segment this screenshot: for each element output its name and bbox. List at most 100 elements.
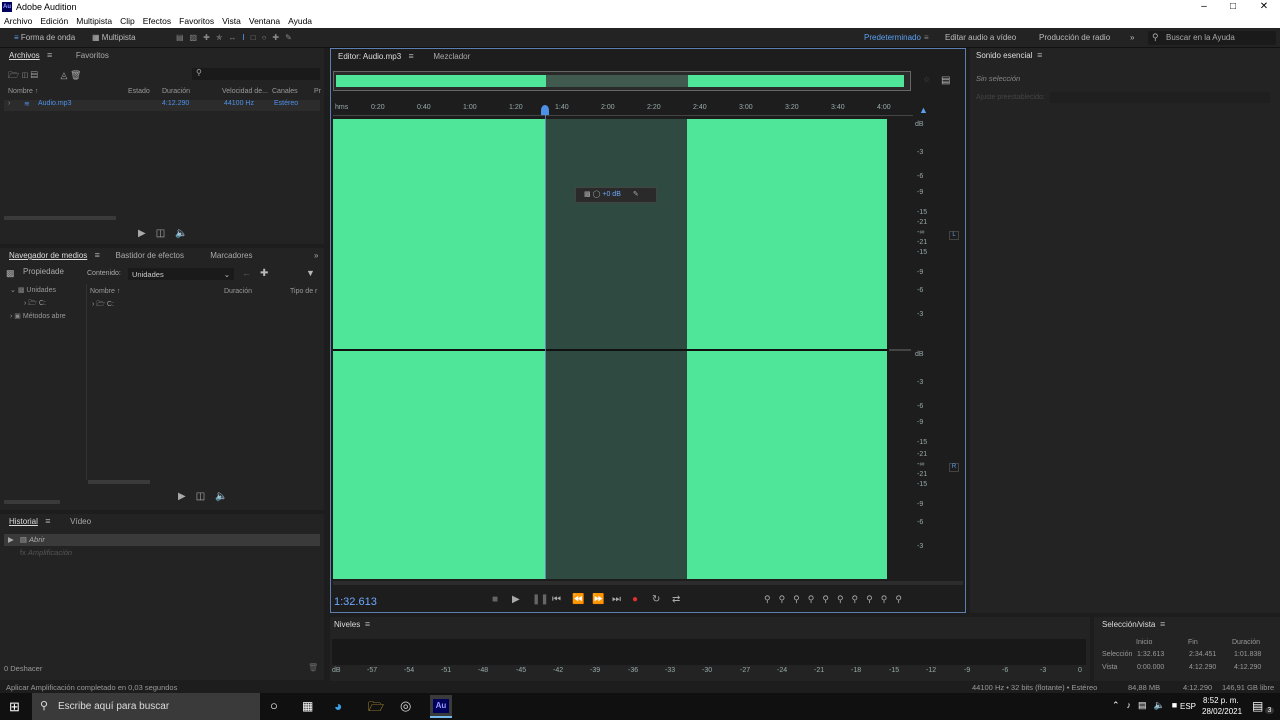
- more-workspaces-icon[interactable]: »: [1130, 28, 1134, 48]
- go-to-start-button[interactable]: ⏮: [552, 594, 561, 605]
- back-icon[interactable]: ←: [242, 268, 251, 278]
- channel-right-waveform[interactable]: [687, 351, 887, 579]
- col-nombre[interactable]: Nombre ↑: [8, 88, 38, 95]
- files-scrollbar[interactable]: [4, 216, 116, 220]
- col-tipo[interactable]: Tipo de r: [290, 288, 317, 295]
- channel-right-waveform[interactable]: [333, 351, 545, 579]
- tray-icons[interactable]: ⌃♪▤🔈■: [1112, 700, 1184, 711]
- loop-button[interactable]: ↻: [652, 594, 660, 605]
- notifications-icon[interactable]: ▤: [1252, 699, 1263, 713]
- files-preview-controls[interactable]: ▶◫🔈: [138, 228, 198, 239]
- media-preview-controls[interactable]: ▶◫🔈: [178, 491, 238, 502]
- edge-icon[interactable]: ◕: [334, 698, 342, 714]
- windows-start-icon[interactable]: ⊞: [9, 699, 20, 715]
- skip-selection-button[interactable]: ⇄: [672, 594, 680, 605]
- filter-icon[interactable]: ▼: [306, 268, 315, 278]
- tab-propiedades[interactable]: Propiedade: [18, 264, 69, 280]
- panel-menu-icon[interactable]: ≡: [1035, 50, 1045, 60]
- drive-icon[interactable]: ▩: [6, 268, 15, 279]
- panel-menu-icon[interactable]: ≡: [362, 619, 372, 629]
- col-velocidad[interactable]: Velocidad de...: [222, 88, 268, 95]
- horizontal-scrollbar[interactable]: [333, 581, 963, 585]
- multitrack-view-button[interactable]: ▦ Multipista: [92, 28, 136, 48]
- channel-left-waveform[interactable]: [687, 119, 887, 349]
- menu-edicion[interactable]: Edición: [36, 14, 72, 28]
- taskbar-search[interactable]: ⚲ Escribe aquí para buscar: [32, 693, 260, 720]
- help-search-input[interactable]: Buscar en la Ayuda: [1166, 33, 1235, 42]
- panel-menu-icon[interactable]: ≡: [45, 50, 55, 60]
- go-to-end-button[interactable]: ⏭: [612, 594, 621, 605]
- selection-duration[interactable]: 1:01.838: [1234, 651, 1261, 658]
- taskbar-search-input[interactable]: Escribe aquí para buscar: [58, 701, 169, 712]
- import-icon[interactable]: ◫: [22, 70, 28, 80]
- tab-video[interactable]: Vídeo: [65, 514, 96, 530]
- tab-navegador[interactable]: Navegador de medios: [4, 248, 92, 264]
- zoom-lock-icon[interactable]: ☆: [923, 75, 930, 84]
- panel-menu-icon[interactable]: ≡: [43, 516, 53, 526]
- tree-item-unidades[interactable]: ⌄ ▩ Unidades: [0, 286, 84, 299]
- col-duracion[interactable]: Duración: [162, 88, 190, 95]
- tree-item-metodos[interactable]: › ▣ Métodos abre: [0, 312, 84, 325]
- list-view-icon[interactable]: ▤: [941, 75, 950, 86]
- col-canales[interactable]: Canales: [272, 88, 298, 95]
- play-button[interactable]: ▶: [512, 594, 520, 605]
- tab-historial[interactable]: Historial: [4, 514, 43, 530]
- tree-scrollbar[interactable]: [4, 500, 60, 504]
- selection-end[interactable]: 2:34.451: [1189, 651, 1216, 658]
- trash-icon[interactable]: 🗑: [308, 663, 318, 672]
- task-view-icon[interactable]: ▦: [302, 699, 313, 713]
- view-end[interactable]: 4:12.290: [1189, 664, 1216, 671]
- audition-taskbar-button[interactable]: Au: [430, 695, 452, 718]
- open-folder-icon[interactable]: 🗁: [8, 70, 19, 80]
- menu-ventana[interactable]: Ventana: [245, 14, 284, 28]
- insert-icon[interactable]: ◬: [61, 70, 68, 80]
- preset-select[interactable]: [1050, 92, 1270, 103]
- volume-knob-icon[interactable]: ◯: [593, 191, 601, 198]
- view-start[interactable]: 0:00.000: [1137, 664, 1164, 671]
- maximize-button[interactable]: □: [1217, 0, 1249, 14]
- workspace-editar-video[interactable]: Editar audio a vídeo: [945, 28, 1016, 48]
- panel-menu-icon[interactable]: ≡: [92, 250, 102, 260]
- channel-left-waveform[interactable]: [333, 119, 545, 349]
- tab-mezclador[interactable]: Mezclador: [428, 49, 475, 65]
- panel-menu-icon[interactable]: ≡: [406, 51, 416, 61]
- record-button[interactable]: ●: [632, 594, 638, 605]
- hud-gain-control[interactable]: ▩ ◯ +0 dB ✎: [575, 187, 657, 203]
- menu-archivo[interactable]: Archivo: [0, 14, 36, 28]
- workspace-radio[interactable]: Producción de radio: [1039, 28, 1110, 48]
- channel-right-selection[interactable]: [545, 351, 687, 579]
- content-select[interactable]: Unidades ⌄: [128, 268, 234, 280]
- tree-item-c[interactable]: › 🗁 C:: [0, 299, 84, 312]
- trash-icon[interactable]: 🗑: [70, 70, 81, 80]
- menu-ayuda[interactable]: Ayuda: [284, 14, 316, 28]
- tab-archivos[interactable]: Archivos: [4, 48, 45, 64]
- help-search[interactable]: ⚲ Buscar en la Ayuda: [1148, 31, 1276, 45]
- history-item-abrir[interactable]: ▶ ▤ Abrir: [4, 534, 320, 546]
- col-duracion[interactable]: Duración: [224, 288, 252, 295]
- new-file-icon[interactable]: ▤: [31, 70, 39, 80]
- menu-efectos[interactable]: Efectos: [139, 14, 175, 28]
- playhead-handle[interactable]: [541, 105, 549, 115]
- current-time-display[interactable]: 1:32.613: [334, 596, 377, 608]
- zoom-controls[interactable]: ⚲⚲⚲⚲⚲⚲⚲⚲⚲⚲: [764, 594, 910, 605]
- tab-bastidor[interactable]: Bastidor de efectos: [111, 248, 189, 264]
- view-duration[interactable]: 4:12.290: [1234, 664, 1261, 671]
- list-item[interactable]: › 🗁 C:: [92, 300, 114, 311]
- col-pr[interactable]: Pr: [314, 88, 321, 95]
- stop-button[interactable]: ■: [492, 594, 498, 605]
- file-explorer-icon[interactable]: 🗁: [368, 698, 384, 720]
- channel-l-toggle[interactable]: L: [949, 231, 959, 240]
- clock-time[interactable]: 8:52 p. m.: [1203, 696, 1239, 705]
- files-search-input[interactable]: ⚲: [192, 68, 320, 80]
- menu-vista[interactable]: Vista: [218, 14, 245, 28]
- menu-favoritos[interactable]: Favoritos: [175, 14, 218, 28]
- overview-navigator[interactable]: [333, 71, 911, 91]
- panel-menu-icon[interactable]: ≡: [1158, 619, 1168, 629]
- channel-left-selection[interactable]: [545, 119, 687, 349]
- snap-icon[interactable]: ▲: [919, 105, 928, 115]
- media-scrollbar[interactable]: [88, 480, 150, 484]
- rewind-button[interactable]: ⏪: [572, 594, 584, 605]
- selection-start[interactable]: 1:32.613: [1137, 651, 1164, 658]
- pin-icon[interactable]: ✎: [633, 191, 639, 198]
- chrome-icon[interactable]: ◎: [400, 698, 411, 714]
